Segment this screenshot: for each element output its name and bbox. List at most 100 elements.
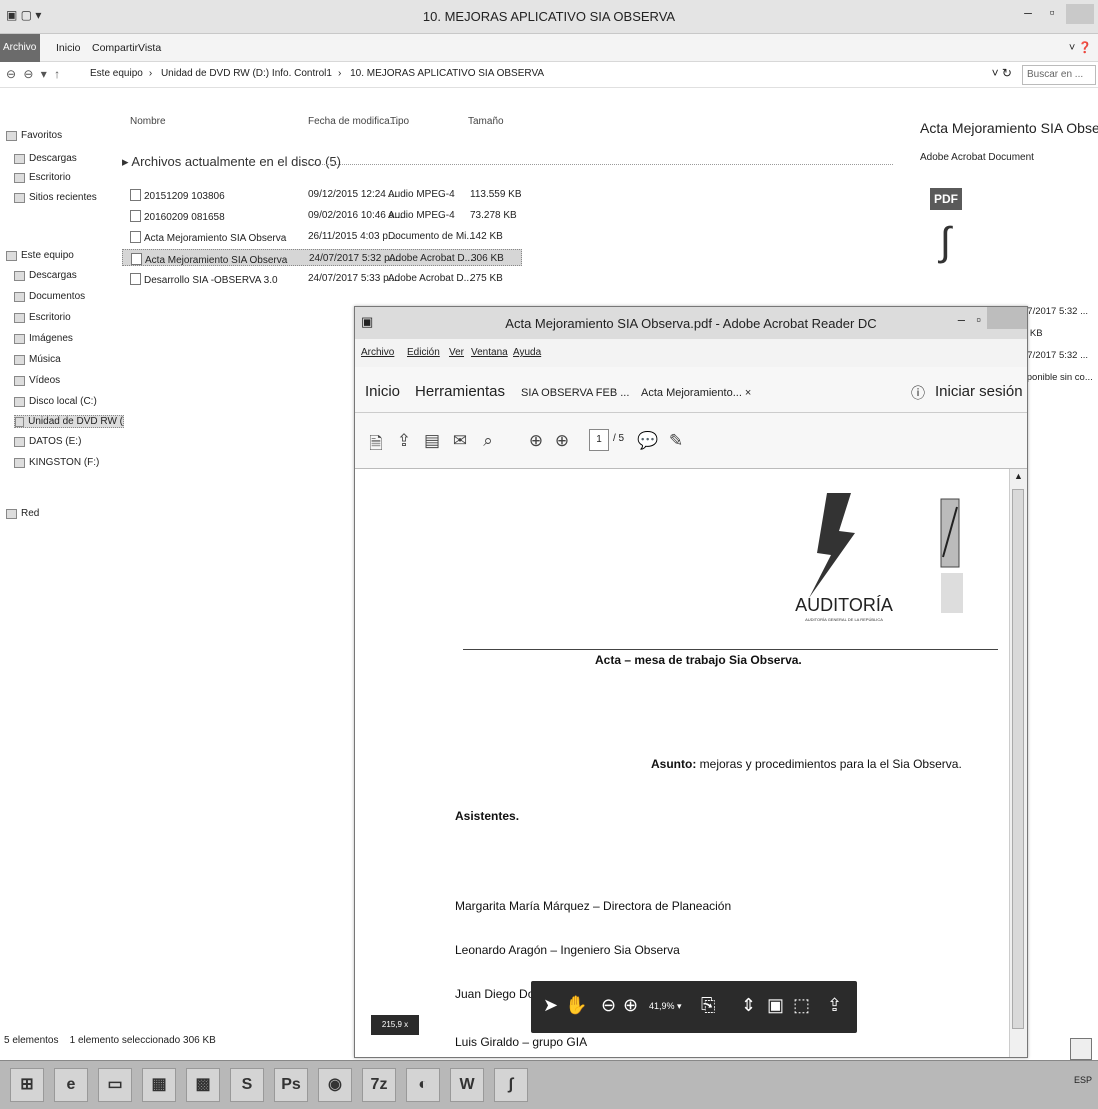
ribbon-tabs: Archivo Inicio Compartir Vista ˅ ❓ [0,34,1098,62]
header-rule [463,649,998,650]
breadcrumb[interactable]: Este equipo › Unidad de DVD RW (D:) Info.… [90,68,550,79]
help-icon[interactable]: ⓘ [911,383,925,403]
acrobat-taskbar-icon[interactable]: ∫ [494,1068,528,1102]
acrobat-minimize-button[interactable]: – [958,312,965,327]
file-row[interactable]: Desarrollo SIA -OBSERVA 3.0 24/07/2017 5… [122,270,522,287]
upload-icon[interactable]: ⇪ [393,431,415,451]
fit-page-icon[interactable]: ⇕ [741,995,756,1016]
sidebar-item-videos[interactable]: Vídeos [14,375,60,386]
tab-vista[interactable]: Vista [138,42,161,54]
document-area[interactable]: AUDITORÍA AUDITORÍA GENERAL DE LA REPÚBL… [355,469,1027,1057]
menu-archivo[interactable]: Archivo [361,347,394,358]
zoom-out-icon[interactable]: ⊖ [601,995,616,1016]
ie-icon[interactable]: e [54,1068,88,1102]
zoom-level[interactable]: 41,9% ▾ [649,1001,682,1012]
sidebar-item-favoritos[interactable]: Favoritos [6,130,62,141]
next-page-icon[interactable]: ⊕ [551,431,573,451]
file-row[interactable]: 20151209 103806 09/12/2015 12:24 ... Aud… [122,186,522,203]
tab-sia-observa-feb[interactable]: SIA OBSERVA FEB ... [521,387,629,399]
preview-subtitle: Adobe Acrobat Document [920,152,1034,163]
share-icon[interactable]: ⇪ [827,995,842,1016]
page-view-icon[interactable]: ⎘ [701,995,715,1016]
full-screen-icon[interactable]: ⬚ [793,995,810,1016]
sidebar-item-este-equipo[interactable]: Este equipo [6,250,74,261]
acrobat-titlebar: ▣ Acta Mejoramiento SIA Observa.pdf - Ad… [355,307,1027,339]
system-tray[interactable]: ESP [1074,1075,1092,1085]
search-input[interactable]: Buscar en ... [1022,65,1096,85]
start-button[interactable]: ⊞ [10,1068,44,1102]
sidebar-item-red[interactable]: Red [6,508,39,519]
acrobat-close-button[interactable] [987,307,1027,329]
sidebar-item-datos[interactable]: DATOS (E:) [14,436,81,447]
create-pdf-icon[interactable]: 🗎 [365,431,387,460]
browser-icon[interactable]: ◐ [406,1068,440,1102]
menu-edicion[interactable]: Edición [407,347,440,358]
photoshop-icon[interactable]: Ps [274,1068,308,1102]
sign-in-link[interactable]: Iniciar sesión [935,383,1023,400]
page-number-input[interactable]: 1 [589,429,609,451]
tab-archivo[interactable]: Archivo [0,34,40,62]
page-total: / 5 [613,433,625,444]
column-header-tipo[interactable]: Tipo [390,116,409,127]
nav-buttons[interactable]: ⊖ ⊖ ▾ ↑ [6,67,62,81]
word-icon[interactable]: W [450,1068,484,1102]
sidebar-item-imagenes[interactable]: Imágenes [14,333,73,344]
fit-width-icon[interactable]: ▣ [767,995,784,1016]
menu-ver[interactable]: Ver [449,347,464,358]
refresh-icon[interactable]: ˅ ↻ [992,66,1012,80]
minimize-button[interactable]: – [1018,4,1038,20]
hand-tool-icon[interactable]: ✋ [565,995,587,1016]
maximize-button[interactable]: ▫ [1042,4,1062,20]
tab-inicio[interactable]: Inicio [56,42,81,54]
column-header-tamano[interactable]: Tamaño [468,116,504,127]
search-icon[interactable]: ⌕ [477,431,499,451]
recent-icon [14,192,25,203]
sidebar-item-disco-local[interactable]: Disco local (C:) [14,396,97,407]
menu-ayuda[interactable]: Ayuda [513,347,541,358]
prev-page-icon[interactable]: ⊕ [525,431,547,451]
sidebar-item-recientes[interactable]: Sitios recientes [14,192,97,203]
7zip-icon[interactable]: 7z [362,1068,396,1102]
folder-icon[interactable]: ▭ [98,1068,132,1102]
select-tool-icon[interactable]: ➤ [543,995,558,1016]
breadcrumb-item[interactable]: Unidad de DVD RW (D:) Info. Control1 [161,68,332,79]
file-row[interactable]: 20160209 081658 09/02/2016 10:46 a... Au… [122,207,522,224]
skype-icon[interactable]: S [230,1068,264,1102]
sidebar-item-documentos[interactable]: Documentos [14,291,85,302]
scroll-up-icon[interactable]: ▲ [1014,471,1023,481]
help-icon[interactable]: ˅ ❓ [1069,41,1092,54]
acrobat-maximize-button[interactable]: ▫ [976,312,981,327]
sidebar-item-musica[interactable]: Música [14,354,61,365]
file-row-selected[interactable]: Acta Mejoramiento SIA Observa 24/07/2017… [122,249,522,266]
scroll-thumb[interactable] [1012,489,1024,1029]
scrollbar[interactable]: ▲ [1009,469,1027,1057]
pen-icon[interactable]: ✎ [665,431,687,451]
file-row[interactable]: Acta Mejoramiento SIA Observa 26/11/2015… [122,228,522,245]
group-header[interactable]: ▸ Archivos actualmente en el disco (5) [122,154,341,170]
column-header-nombre[interactable]: Nombre [130,116,166,127]
tab-compartir[interactable]: Compartir [92,42,138,54]
view-details-icon[interactable] [1070,1038,1092,1060]
sidebar-item-descargas-2[interactable]: Descargas [14,270,77,281]
document-heading: Acta – mesa de trabajo Sia Observa. [595,653,802,667]
zoom-in-icon[interactable]: ⊕ [623,995,638,1016]
breadcrumb-item[interactable]: Este equipo [90,68,143,79]
menu-ventana[interactable]: Ventana [471,347,508,358]
chrome-icon[interactable]: ◉ [318,1068,352,1102]
column-header-fecha[interactable]: Fecha de modifica... [308,116,398,127]
tab-acta-mejoramiento[interactable]: Acta Mejoramiento... × [641,387,751,399]
tab-herramientas[interactable]: Herramientas [415,383,505,400]
sidebar-item-kingston[interactable]: KINGSTON (F:) [14,457,99,468]
email-icon[interactable]: ✉ [449,431,471,451]
sidebar-item-dvd[interactable]: Unidad de DVD RW ( [14,415,124,428]
sidebar-item-descargas[interactable]: Descargas [14,153,77,164]
outlook-icon[interactable]: ▦ [142,1068,176,1102]
close-button[interactable] [1066,4,1094,24]
tab-inicio-acrobat[interactable]: Inicio [365,383,400,400]
excel-icon[interactable]: ▩ [186,1068,220,1102]
breadcrumb-item[interactable]: 10. MEJORAS APLICATIVO SIA OBSERVA [350,68,544,79]
comment-icon[interactable]: 💬 [637,431,659,451]
print-icon[interactable]: ▤ [421,431,443,451]
sidebar-item-escritorio[interactable]: Escritorio [14,172,71,183]
sidebar-item-escritorio-2[interactable]: Escritorio [14,312,71,323]
